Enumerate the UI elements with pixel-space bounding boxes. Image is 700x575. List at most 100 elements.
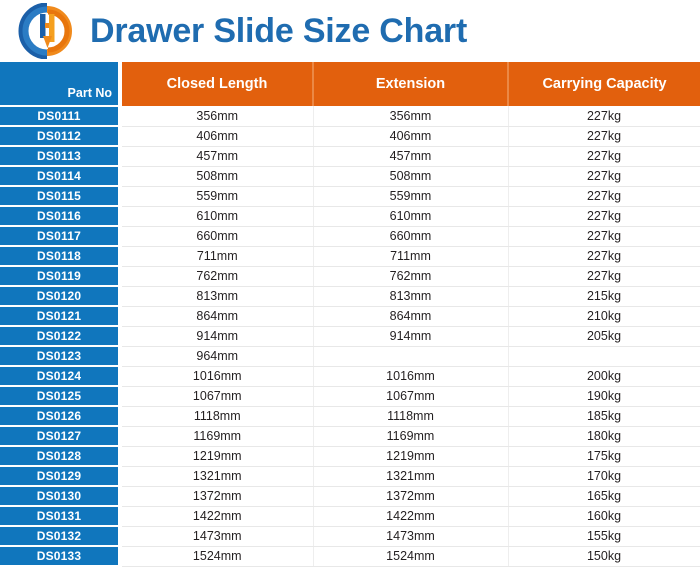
cell-carrying-capacity: 150kg <box>508 546 700 567</box>
cell-closed-length: 1118mm <box>120 406 314 427</box>
cell-closed-length: 864mm <box>120 306 314 327</box>
table-header: Part No Closed Length Extension Carrying… <box>0 62 700 106</box>
column-header-part-no[interactable]: Part No <box>0 62 122 106</box>
table-row[interactable]: DS0132 1473mm 1473mm 155kg <box>0 526 700 547</box>
cell-carrying-capacity: 227kg <box>508 166 700 187</box>
cell-closed-length: 711mm <box>120 246 314 267</box>
cell-extension: 559mm <box>313 186 509 207</box>
cell-carrying-capacity: 227kg <box>508 246 700 267</box>
cell-extension: 1372mm <box>313 486 509 507</box>
table-row[interactable]: DS0113 457mm 457mm 227kg <box>0 146 700 167</box>
cell-part-no: DS0118 <box>0 246 122 267</box>
cell-carrying-capacity: 210kg <box>508 306 700 327</box>
cell-closed-length: 1016mm <box>120 366 314 387</box>
cell-closed-length: 813mm <box>120 286 314 307</box>
cell-part-no: DS0125 <box>0 386 122 407</box>
cell-part-no: DS0133 <box>0 546 122 567</box>
cell-extension: 864mm <box>313 306 509 327</box>
cell-extension: 914mm <box>313 326 509 347</box>
table-body: DS0111 356mm 356mm 227kg DS0112 406mm 406mm 227… <box>0 105 700 567</box>
cell-part-no: DS0132 <box>0 526 122 547</box>
table-row[interactable]: DS0125 1067mm 1067mm 190kg <box>0 386 700 407</box>
cell-closed-length: 1422mm <box>120 506 314 527</box>
cell-part-no: DS0115 <box>0 186 122 207</box>
cell-part-no: DS0131 <box>0 506 122 527</box>
table-row[interactable]: DS0130 1372mm 1372mm 165kg <box>0 486 700 507</box>
cell-extension: 1016mm <box>313 366 509 387</box>
cell-extension: 1219mm <box>313 446 509 467</box>
cell-part-no: DS0128 <box>0 446 122 467</box>
cell-extension: 356mm <box>313 106 509 127</box>
cell-carrying-capacity: 160kg <box>508 506 700 527</box>
cell-extension: 508mm <box>313 166 509 187</box>
cell-carrying-capacity: 165kg <box>508 486 700 507</box>
title-bar: Drawer Slide Size Chart <box>0 0 700 62</box>
cell-extension: 660mm <box>313 226 509 247</box>
cell-carrying-capacity: 175kg <box>508 446 700 467</box>
table-row[interactable]: DS0120 813mm 813mm 215kg <box>0 286 700 307</box>
cell-closed-length: 457mm <box>120 146 314 167</box>
cell-part-no: DS0119 <box>0 266 122 287</box>
column-header-carrying-capacity[interactable]: Carrying Capacity <box>508 62 700 106</box>
company-logo <box>18 3 76 59</box>
table-row[interactable]: DS0123 964mm <box>0 346 700 367</box>
cell-part-no: DS0123 <box>0 346 122 367</box>
cell-extension: 1321mm <box>313 466 509 487</box>
column-header-closed-length[interactable]: Closed Length <box>120 62 314 106</box>
table-row[interactable]: DS0129 1321mm 1321mm 170kg <box>0 466 700 487</box>
table-row[interactable]: DS0121 864mm 864mm 210kg <box>0 306 700 327</box>
cell-extension: 1067mm <box>313 386 509 407</box>
cell-part-no: DS0127 <box>0 426 122 447</box>
cell-carrying-capacity: 180kg <box>508 426 700 447</box>
cell-part-no: DS0113 <box>0 146 122 167</box>
cell-extension: 813mm <box>313 286 509 307</box>
cell-extension: 1524mm <box>313 546 509 567</box>
cell-carrying-capacity: 155kg <box>508 526 700 547</box>
cell-closed-length: 356mm <box>120 106 314 127</box>
cell-closed-length: 559mm <box>120 186 314 207</box>
table-row[interactable]: DS0128 1219mm 1219mm 175kg <box>0 446 700 467</box>
table-row[interactable]: DS0133 1524mm 1524mm 150kg <box>0 546 700 567</box>
company-logo-icon <box>18 3 72 59</box>
table-row[interactable]: DS0116 610mm 610mm 227kg <box>0 206 700 227</box>
table-row[interactable]: DS0119 762mm 762mm 227kg <box>0 266 700 287</box>
table-row[interactable]: DS0127 1169mm 1169mm 180kg <box>0 426 700 447</box>
cell-carrying-capacity: 227kg <box>508 186 700 207</box>
table-row[interactable]: DS0122 914mm 914mm 205kg <box>0 326 700 347</box>
table-row[interactable]: DS0112 406mm 406mm 227kg <box>0 126 700 147</box>
cell-extension: 711mm <box>313 246 509 267</box>
cell-part-no: DS0129 <box>0 466 122 487</box>
cell-closed-length: 914mm <box>120 326 314 347</box>
table-row[interactable]: DS0117 660mm 660mm 227kg <box>0 226 700 247</box>
table-row[interactable]: DS0115 559mm 559mm 227kg <box>0 186 700 207</box>
cell-closed-length: 1219mm <box>120 446 314 467</box>
cell-closed-length: 406mm <box>120 126 314 147</box>
cell-carrying-capacity: 227kg <box>508 106 700 127</box>
cell-part-no: DS0121 <box>0 306 122 327</box>
table-row[interactable]: DS0131 1422mm 1422mm 160kg <box>0 506 700 527</box>
cell-carrying-capacity: 205kg <box>508 326 700 347</box>
cell-part-no: DS0130 <box>0 486 122 507</box>
table-row[interactable]: DS0111 356mm 356mm 227kg <box>0 105 700 127</box>
column-header-extension[interactable]: Extension <box>313 62 509 106</box>
cell-closed-length: 1321mm <box>120 466 314 487</box>
cell-closed-length: 610mm <box>120 206 314 227</box>
cell-closed-length: 964mm <box>120 346 314 367</box>
cell-closed-length: 762mm <box>120 266 314 287</box>
table-row[interactable]: DS0126 1118mm 1118mm 185kg <box>0 406 700 427</box>
cell-carrying-capacity: 227kg <box>508 126 700 147</box>
table-row[interactable]: DS0124 1016mm 1016mm 200kg <box>0 366 700 387</box>
cell-carrying-capacity: 215kg <box>508 286 700 307</box>
table-row[interactable]: DS0118 711mm 711mm 227kg <box>0 246 700 267</box>
cell-closed-length: 1169mm <box>120 426 314 447</box>
cell-extension: 762mm <box>313 266 509 287</box>
drawer-slide-size-chart-page: Drawer Slide Size Chart Part No Closed L… <box>0 0 700 575</box>
size-chart-table: Part No Closed Length Extension Carrying… <box>0 62 700 567</box>
table-header-row: Part No Closed Length Extension Carrying… <box>0 62 700 106</box>
table-row[interactable]: DS0114 508mm 508mm 227kg <box>0 166 700 187</box>
cell-carrying-capacity: 227kg <box>508 206 700 227</box>
cell-closed-length: 1524mm <box>120 546 314 567</box>
cell-part-no: DS0112 <box>0 126 122 147</box>
cell-carrying-capacity: 200kg <box>508 366 700 387</box>
cell-carrying-capacity: 170kg <box>508 466 700 487</box>
